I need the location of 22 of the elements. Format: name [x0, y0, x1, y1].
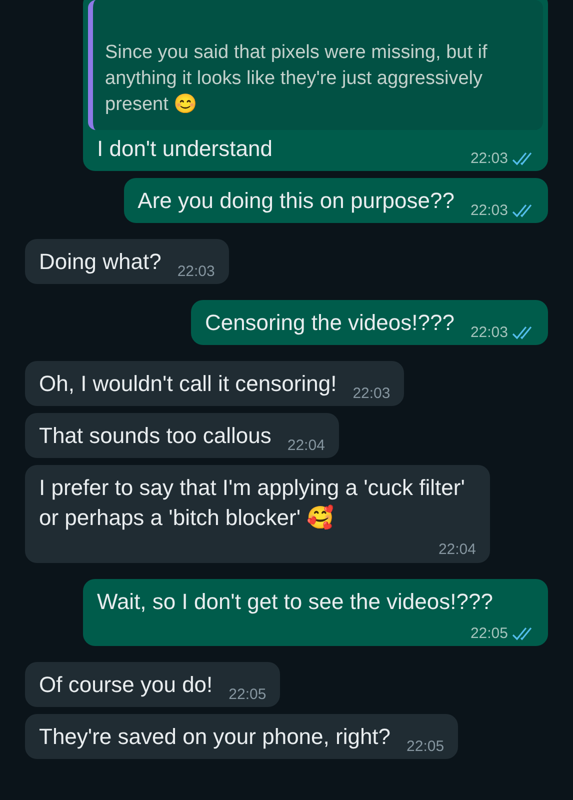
message-time: 22:03 — [470, 322, 508, 342]
message-text: Censoring the videos!??? — [204, 309, 454, 337]
message-time: 22:05 — [470, 624, 508, 644]
message-time: 22:03 — [352, 384, 390, 404]
quoted-text: Since you said that pixels were missing, but if anything it looks like they're just aggressively present 😊 — [105, 42, 488, 115]
message-text: I prefer to say that I'm applying a 'cuck filter' or perhaps a 'bitch blocker' 🥰 — [39, 474, 466, 532]
message-text: They're saved on your phone, right? — [39, 723, 391, 751]
message-text: That sounds too callous — [39, 422, 272, 450]
message-time: 22:03 — [470, 200, 508, 220]
message-time: 22:04 — [287, 436, 325, 456]
quoted-message[interactable]: Since you said that pixels were missing, but if anything it looks like they're just aggressively present 😊 — [88, 0, 543, 130]
message-time: 22:05 — [228, 684, 266, 704]
message-text: Doing what? — [39, 248, 162, 276]
message-time: 22:03 — [470, 148, 508, 168]
message-text: Are you doing this on purpose?? — [138, 187, 454, 215]
message-time: 22:03 — [177, 262, 215, 282]
message-text: Wait, so I don't get to see the videos!??? — [97, 588, 493, 616]
message-text: Oh, I wouldn't call it censoring! — [39, 370, 337, 398]
message-text: I don't understand — [97, 135, 272, 163]
message-text: Of course you do! — [39, 671, 213, 699]
message-time: 22:05 — [406, 736, 444, 756]
message-time: 22:04 — [438, 540, 476, 560]
